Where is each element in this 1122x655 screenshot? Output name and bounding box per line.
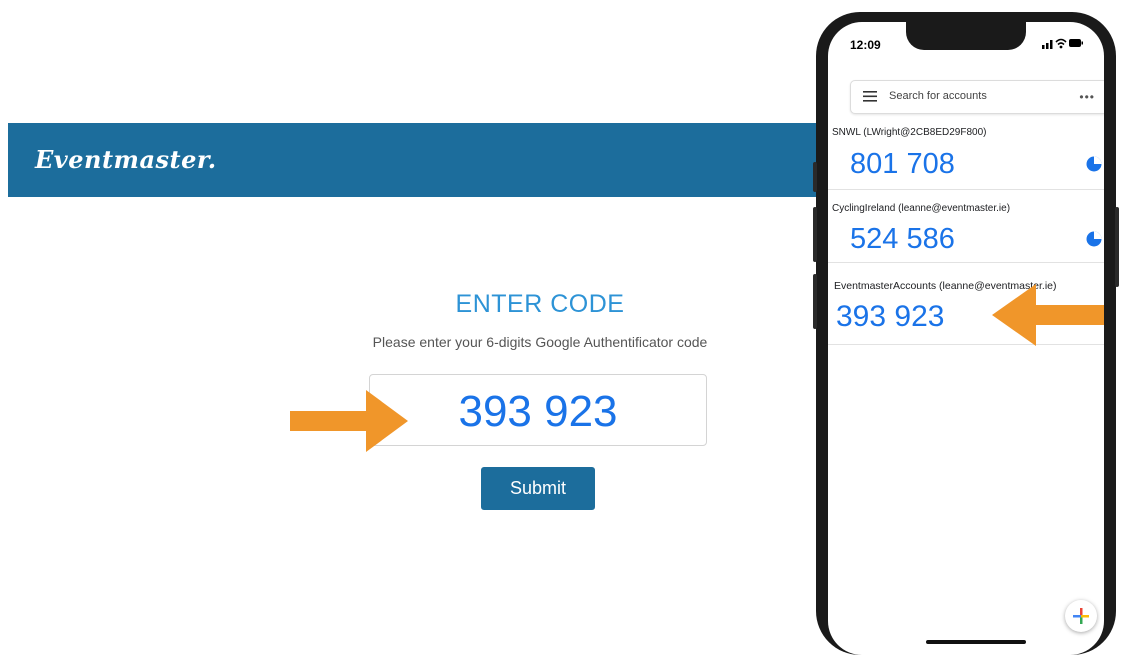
account-row[interactable]: SNWL (LWright@2CB8ED29F800) 801 708 (828, 122, 1104, 190)
status-time: 12:09 (850, 38, 881, 52)
account-code: 801 708 (850, 148, 955, 180)
code-input[interactable]: 393 923 (369, 374, 707, 446)
phone-mockup: 12:09 Search for accounts ••• SNWL (LWri… (813, 12, 1119, 655)
home-indicator (926, 640, 1026, 644)
site-logo[interactable]: Eventmaster. (35, 145, 217, 174)
timer-icon (1086, 231, 1102, 247)
phone-screen: 12:09 Search for accounts ••• SNWL (LWri… (828, 22, 1104, 655)
phone-button (813, 274, 817, 329)
account-name: SNWL (LWright@2CB8ED29F800) (832, 127, 987, 138)
account-name: CyclingIreland (leanne@eventmaster.ie) (832, 203, 1011, 214)
timer-icon (1086, 156, 1102, 172)
enter-code-title: ENTER CODE (455, 290, 625, 318)
phone-button (1115, 207, 1119, 287)
search-bar[interactable]: Search for accounts ••• (850, 80, 1104, 114)
account-row[interactable]: CyclingIreland (leanne@eventmaster.ie) 5… (828, 189, 1104, 263)
battery-icon (1069, 39, 1083, 47)
site-header: Eventmaster. (8, 123, 858, 197)
search-input[interactable]: Search for accounts (889, 90, 987, 102)
arrow-left-icon (992, 284, 1104, 346)
code-input-value: 393 923 (458, 387, 618, 436)
add-icon (1073, 608, 1089, 624)
menu-icon[interactable] (863, 91, 877, 102)
account-code: 524 586 (850, 223, 955, 255)
enter-code-instructions: Please enter your 6-digits Google Authen… (372, 334, 708, 350)
phone-button (813, 162, 817, 192)
more-icon[interactable]: ••• (1079, 90, 1095, 104)
add-account-button[interactable] (1065, 600, 1097, 632)
arrow-right-icon (290, 390, 408, 452)
submit-button[interactable]: Submit (481, 467, 595, 510)
account-code: 393 923 (836, 300, 945, 333)
status-icons (1042, 38, 1083, 49)
wifi-icon (1055, 38, 1067, 49)
signal-icon (1042, 40, 1053, 49)
phone-button (813, 207, 817, 262)
phone-notch (906, 22, 1026, 50)
